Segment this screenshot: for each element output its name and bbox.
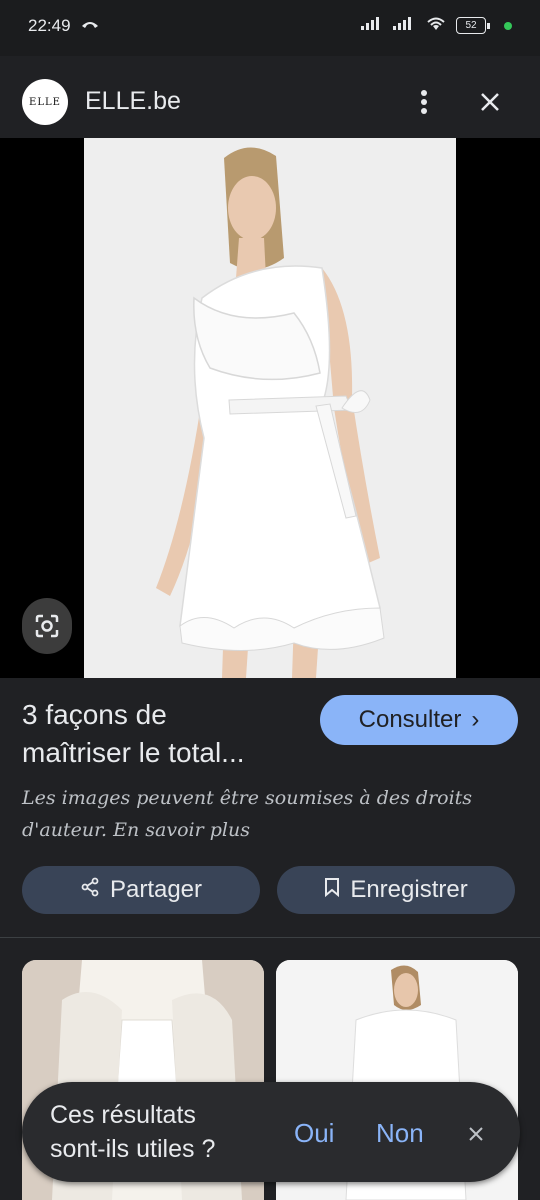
result-title-line2: maîtriser le total...	[22, 737, 245, 768]
feedback-snackbar: Ces résultats sont-ils utiles ? Oui Non	[22, 1082, 520, 1182]
product-photo[interactable]	[84, 138, 456, 678]
status-bar: 22:49 52	[0, 0, 540, 56]
google-lens-icon[interactable]	[22, 598, 72, 654]
chevron-right-icon: ›	[471, 706, 480, 733]
close-icon[interactable]	[474, 86, 506, 118]
privacy-indicator	[504, 21, 512, 30]
battery-icon: 52	[456, 17, 490, 34]
bookmark-icon	[324, 876, 340, 904]
site-name[interactable]: ELLE.be	[85, 87, 181, 116]
status-icons: 52	[360, 14, 512, 37]
share-button[interactable]: Partager	[22, 866, 260, 914]
image-preview	[0, 138, 540, 678]
result-title-line1: 3 façons de	[22, 699, 167, 730]
call-icon	[80, 17, 100, 36]
feedback-question-line2: sont-ils utiles ?	[50, 1135, 216, 1163]
share-label: Partager	[109, 876, 203, 903]
signal-icon	[360, 15, 384, 36]
share-icon	[80, 876, 100, 904]
visit-label: Consulter	[358, 706, 462, 733]
site-logo[interactable]: ELLE	[22, 79, 68, 125]
learn-more-link[interactable]: d'auteur. En savoir plus	[22, 814, 522, 846]
save-label: Enregistrer	[350, 876, 468, 903]
save-button[interactable]: Enregistrer	[277, 866, 515, 914]
status-time: 22:49	[28, 16, 71, 35]
app-header: ELLE ELLE.be	[0, 56, 540, 138]
battery-level: 52	[456, 17, 486, 34]
close-icon[interactable]	[462, 1120, 490, 1148]
more-vert-icon[interactable]	[408, 86, 440, 118]
wifi-icon	[424, 14, 448, 37]
disclaimer-line1: Les images peuvent être soumises à des d…	[22, 787, 473, 809]
visit-button[interactable]: Consulter ›	[320, 695, 518, 745]
section-divider	[0, 937, 540, 938]
feedback-question: Ces résultats sont-ils utiles ?	[50, 1098, 280, 1166]
feedback-yes-button[interactable]: Oui	[294, 1118, 334, 1149]
signal-icon	[392, 15, 416, 36]
feedback-no-button[interactable]: Non	[376, 1118, 424, 1149]
result-title[interactable]: 3 façons de maîtriser le total...	[22, 696, 312, 772]
copyright-disclaimer: Les images peuvent être soumises à des d…	[22, 782, 522, 846]
feedback-question-line1: Ces résultats	[50, 1101, 196, 1129]
logo-text: ELLE	[29, 96, 61, 108]
